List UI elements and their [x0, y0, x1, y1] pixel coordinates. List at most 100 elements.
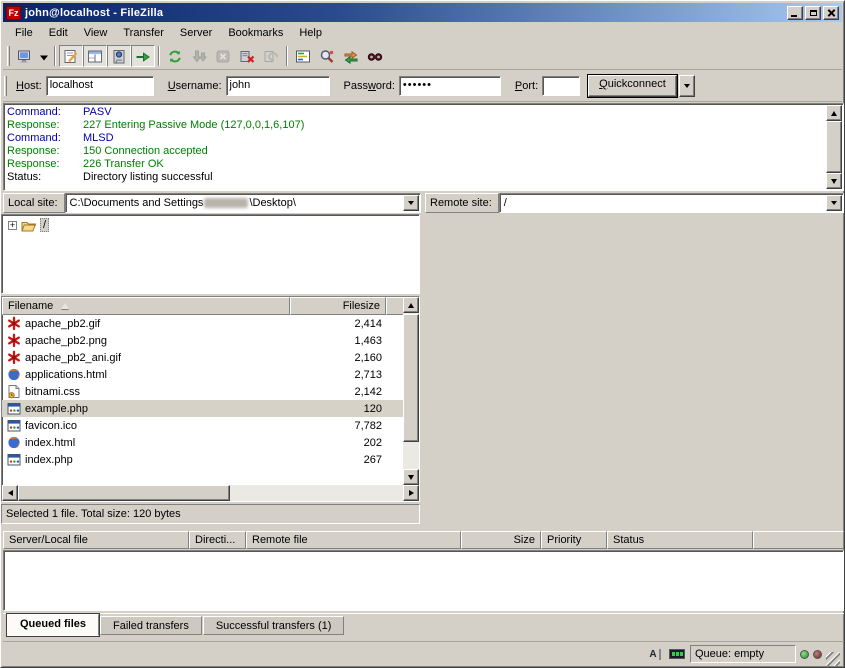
file-row-apache-pb2-ani-gif[interactable]: apache_pb2_ani.gif2,160 — [2, 349, 419, 366]
column-header-filesize[interactable]: Filesize — [290, 297, 386, 315]
tab-queued-files[interactable]: Queued files — [7, 614, 99, 636]
queue-column-label: Priority — [547, 534, 581, 546]
file-list-hscrollbar[interactable] — [2, 485, 419, 501]
minimize-button[interactable] — [787, 6, 803, 20]
file-cell-size: 2,414 — [290, 318, 386, 330]
file-name: index.html — [25, 437, 75, 449]
quickconnect-dropdown-button[interactable] — [679, 75, 695, 97]
log-line: Response:227 Entering Passive Mode (127,… — [4, 119, 843, 132]
file-list-vscrollbar[interactable] — [403, 297, 419, 485]
filezilla-app-icon: Fz — [6, 6, 21, 20]
toggle-message-log-button[interactable] — [59, 45, 83, 67]
password-input[interactable]: •••••• — [399, 76, 501, 96]
remote-site-combobox[interactable]: / — [499, 193, 844, 213]
image-icon — [6, 350, 22, 365]
file-row-index-html[interactable]: index.html202 — [2, 434, 419, 451]
scroll-down-button[interactable] — [403, 469, 419, 485]
toggle-transfer-queue-button[interactable] — [131, 45, 155, 67]
remote-file-list[interactable]: FilenameFilesizeapache_pb2.gif2,414apach… — [1, 296, 420, 502]
refresh-button[interactable] — [163, 45, 187, 67]
menu-item-file[interactable]: File — [7, 24, 41, 42]
message-log[interactable]: Command:PASVResponse:227 Entering Passiv… — [3, 103, 844, 191]
toggle-remote-tree-button[interactable] — [107, 45, 131, 67]
queue-column-size[interactable]: Size — [461, 531, 541, 549]
tab-successful-transfers-1-[interactable]: Successful transfers (1) — [203, 616, 345, 635]
filename-filters-button[interactable] — [291, 45, 315, 67]
toolbar-gripper[interactable] — [7, 46, 10, 66]
file-size: 2,414 — [354, 318, 382, 330]
file-cell-size: 2,713 — [290, 369, 386, 381]
file-size: 1,463 — [354, 335, 382, 347]
local-site-dropdown-button[interactable] — [403, 195, 419, 211]
queue-column-directi-[interactable]: Directi... — [189, 531, 246, 549]
synchronized-browsing-button[interactable] — [339, 45, 363, 67]
scroll-up-button[interactable] — [826, 105, 842, 121]
scroll-thumb[interactable] — [18, 485, 230, 501]
queue-column-status[interactable]: Status — [607, 531, 753, 549]
quickconnect-button[interactable]: Quickconnect — [588, 75, 677, 97]
file-row-applications-html[interactable]: applications.html 2,713 — [2, 366, 419, 383]
port-input[interactable] — [542, 76, 580, 96]
file-row-bitnami-css[interactable]: bitnami.css2,142 — [2, 383, 419, 400]
transfer-queue-body[interactable] — [3, 550, 844, 611]
menu-item-bookmarks[interactable]: Bookmarks — [220, 24, 291, 42]
queue-column-label: Remote file — [252, 534, 308, 546]
queue-column-remote-file[interactable]: Remote file — [246, 531, 461, 549]
tree-item-root[interactable]: +/ — [8, 217, 49, 233]
refresh-icon — [167, 49, 183, 64]
file-row-favicon-ico[interactable]: favicon.ico7,782 — [2, 417, 419, 434]
scroll-down-button[interactable] — [826, 173, 842, 189]
process-queue-button[interactable] — [187, 45, 211, 67]
file-name: favicon.ico — [25, 420, 77, 432]
local-site-combobox[interactable]: C:\Documents and Settings\Desktop\ — [65, 193, 421, 213]
menu-item-help[interactable]: Help — [291, 24, 330, 42]
toggle-transfer-queue-icon — [135, 49, 151, 64]
site-manager-dropdown-button[interactable] — [37, 45, 51, 67]
file-name: applications.html — [25, 369, 107, 381]
menu-item-edit[interactable]: Edit — [41, 24, 76, 42]
maximize-button[interactable] — [805, 6, 821, 20]
menu-item-transfer[interactable]: Transfer — [115, 24, 172, 42]
speed-limit-icon — [668, 647, 686, 662]
arrow-up-icon — [831, 111, 837, 116]
column-header-filename[interactable]: Filename — [2, 297, 290, 315]
remote-status-text: Selected 1 file. Total size: 120 bytes — [1, 504, 420, 524]
queue-column-priority[interactable]: Priority — [541, 531, 607, 549]
host-label: Host: — [16, 80, 42, 92]
find-files-icon — [367, 49, 383, 64]
find-files-button[interactable] — [363, 45, 387, 67]
host-input[interactable]: localhost — [46, 76, 154, 96]
toggle-local-tree-button[interactable] — [83, 45, 107, 67]
disconnect-button[interactable] — [235, 45, 259, 67]
log-scrollbar[interactable] — [826, 105, 842, 189]
resize-grip[interactable] — [826, 652, 840, 666]
process-queue-icon — [191, 49, 207, 64]
remote-tree[interactable]: +/ — [1, 214, 420, 294]
queue-column-server-local-file[interactable]: Server/Local file — [3, 531, 189, 549]
toolbar-gripper[interactable] — [4, 76, 7, 96]
remote-site-dropdown-button[interactable] — [826, 195, 842, 211]
menu-item-server[interactable]: Server — [172, 24, 220, 42]
remote-site-row: Remote site: / — [425, 193, 844, 213]
site-manager-button[interactable] — [13, 45, 37, 67]
file-size: 2,160 — [354, 352, 382, 364]
scroll-thumb[interactable] — [403, 314, 419, 442]
cancel-operation-button[interactable] — [211, 45, 235, 67]
close-button[interactable] — [823, 6, 839, 20]
reconnect-button[interactable] — [259, 45, 283, 67]
scroll-up-button[interactable] — [403, 297, 419, 313]
expand-icon[interactable]: + — [8, 221, 17, 230]
chevron-down-icon — [684, 84, 690, 88]
file-row-example-php[interactable]: example.php120 — [2, 400, 419, 417]
scroll-left-button[interactable] — [2, 485, 18, 501]
menu-item-view[interactable]: View — [76, 24, 116, 42]
log-line: Response:226 Transfer OK — [4, 158, 843, 171]
directory-comparison-button[interactable] — [315, 45, 339, 67]
file-row-index-php[interactable]: index.php267 — [2, 451, 419, 468]
tab-failed-transfers[interactable]: Failed transfers — [100, 616, 202, 635]
scroll-right-button[interactable] — [403, 485, 419, 501]
username-input[interactable]: john — [226, 76, 330, 96]
file-row-apache-pb2-png[interactable]: apache_pb2.png1,463 — [2, 332, 419, 349]
file-row-apache-pb2-gif[interactable]: apache_pb2.gif2,414 — [2, 315, 419, 332]
scroll-thumb[interactable] — [826, 121, 842, 173]
